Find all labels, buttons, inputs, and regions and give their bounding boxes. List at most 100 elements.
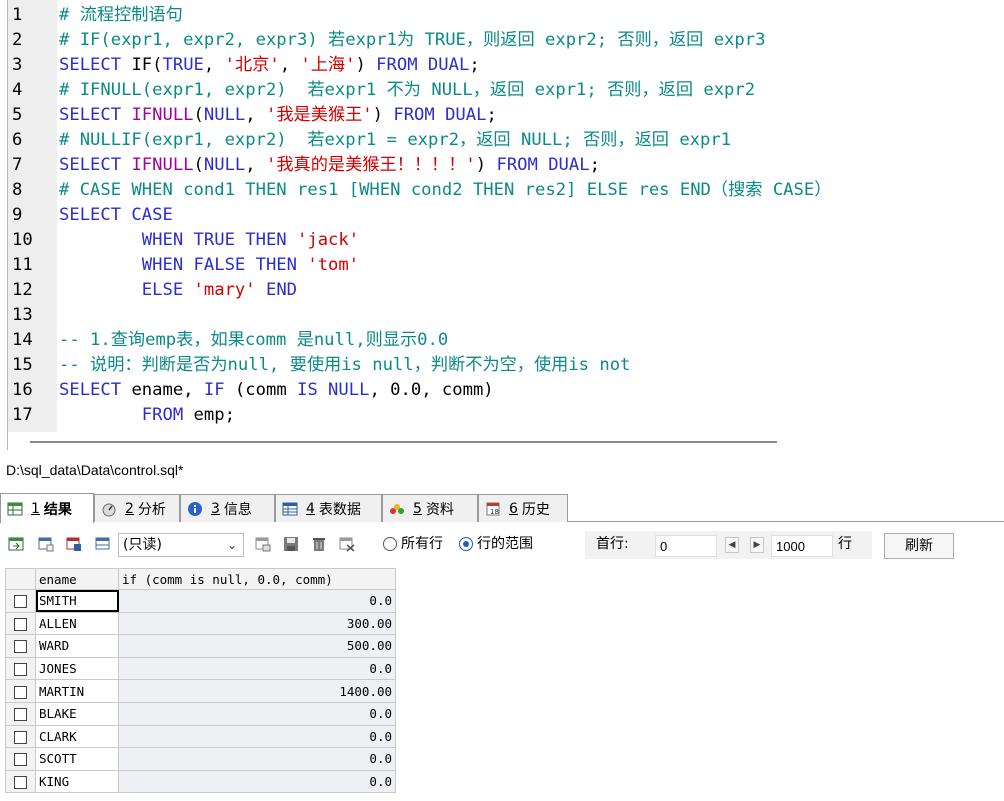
cell-comm-value[interactable]: 0.0 <box>119 657 396 680</box>
table-row[interactable]: CLARK0.0 <box>6 725 396 748</box>
row-checkbox-cell[interactable] <box>6 657 36 680</box>
save-icon[interactable] <box>282 535 300 553</box>
history-icon: 18 <box>485 501 501 517</box>
tab-table-data[interactable]: 4 表数据 <box>275 494 382 522</box>
code-line[interactable]: 14-- 1.查询emp表，如果comm 是null,则显示0.0 <box>0 328 1004 353</box>
cell-comm-value[interactable]: 0.0 <box>119 590 396 613</box>
row-checkbox[interactable] <box>14 618 27 631</box>
row-checkbox-cell[interactable] <box>6 680 36 703</box>
row-checkbox[interactable] <box>14 776 27 789</box>
grid-settings-icon[interactable] <box>94 535 112 553</box>
code-line[interactable]: 15-- 说明：判断是否为null, 要使用is null，判断不为空，使用is… <box>0 353 1004 378</box>
row-checkbox-cell[interactable] <box>6 702 36 725</box>
code-line[interactable]: 5SELECT IFNULL(NULL, '我是美猴王') FROM DUAL; <box>0 103 1004 128</box>
code-line[interactable]: 6# NULLIF(expr1, expr2) 若expr1 = expr2，返… <box>0 128 1004 153</box>
cell-comm-value[interactable]: 0.0 <box>119 702 396 725</box>
row-checkbox-cell[interactable] <box>6 748 36 771</box>
cell-comm-value[interactable]: 0.0 <box>119 748 396 771</box>
code-line[interactable]: 8# CASE WHEN cond1 THEN res1 [WHEN cond2… <box>0 178 1004 203</box>
table-row[interactable]: WARD500.00 <box>6 635 396 658</box>
table-row[interactable]: MARTIN1400.00 <box>6 680 396 703</box>
code-line[interactable]: 10 WHEN TRUE THEN 'jack' <box>0 228 1004 253</box>
row-checkbox[interactable] <box>14 640 27 653</box>
row-checkbox[interactable] <box>14 731 27 744</box>
export-icon[interactable] <box>7 535 25 553</box>
row-checkbox[interactable] <box>14 753 27 766</box>
insert-row-icon[interactable] <box>254 535 272 553</box>
tab-history[interactable]: 18 6 历史 <box>478 494 568 522</box>
line-number: 3 <box>12 53 52 78</box>
tab-profiler[interactable]: 2 分析 <box>94 494 180 522</box>
cell-comm-value[interactable]: 0.0 <box>119 770 396 793</box>
sql-editor[interactable]: 1# 流程控制语句2# IF(expr1, expr2, expr3) 若exp… <box>0 0 1004 450</box>
cell-ename[interactable]: MARTIN <box>36 680 119 703</box>
prev-page-icon[interactable]: ◀ <box>725 537 739 553</box>
cancel-changes-icon[interactable] <box>338 535 356 553</box>
code-line[interactable]: 2# IF(expr1, expr2, expr3) 若expr1为 TRUE，… <box>0 28 1004 53</box>
cell-ename[interactable]: WARD <box>36 635 119 658</box>
row-checkbox[interactable] <box>14 708 27 721</box>
column-header-ename[interactable]: ename <box>36 569 119 590</box>
cell-ename[interactable]: SCOTT <box>36 748 119 771</box>
code-line[interactable]: 12 ELSE 'mary' END <box>0 278 1004 303</box>
cell-ename[interactable]: BLAKE <box>36 702 119 725</box>
cell-comm-value[interactable]: 1400.00 <box>119 680 396 703</box>
code-line[interactable]: 16SELECT ename, IF (comm IS NULL, 0.0, c… <box>0 378 1004 403</box>
tab-data-info[interactable]: 5 资料 <box>382 494 478 522</box>
cell-comm-value[interactable]: 500.00 <box>119 635 396 658</box>
row-checkbox[interactable] <box>14 663 27 676</box>
tab-key: 1 <box>31 501 40 517</box>
code-line[interactable]: 7SELECT IFNULL(NULL, '我真的是美猴王！！！！') FROM… <box>0 153 1004 178</box>
copy-rows-icon[interactable] <box>37 535 55 553</box>
table-row[interactable]: SCOTT0.0 <box>6 748 396 771</box>
code-text: SELECT IFNULL(NULL, '我是美猴王') FROM DUAL; <box>59 103 497 128</box>
code-token: FROM DUAL <box>496 155 589 175</box>
row-checkbox[interactable] <box>14 595 27 608</box>
radio-all-rows[interactable] <box>383 537 397 551</box>
row-checkbox-cell[interactable] <box>6 725 36 748</box>
delete-icon[interactable] <box>310 535 328 553</box>
save-to-file-icon[interactable] <box>65 535 83 553</box>
code-line[interactable]: 4# IFNULL(expr1, expr2) 若expr1 不为 NULL，返… <box>0 78 1004 103</box>
result-mode-select[interactable]: (只读) ⌄ <box>118 533 244 557</box>
cell-comm-value[interactable]: 300.00 <box>119 612 396 635</box>
radio-row-range[interactable] <box>459 537 473 551</box>
tab-key: 5 <box>413 501 422 517</box>
table-row[interactable]: SMITH0.0 <box>6 590 396 613</box>
code-text: ELSE 'mary' END <box>59 278 297 303</box>
column-header-if-comm[interactable]: if (comm is null, 0.0, comm) <box>119 569 396 590</box>
row-checkbox-cell[interactable] <box>6 635 36 658</box>
row-checkbox-cell[interactable] <box>6 590 36 613</box>
cell-ename[interactable]: SMITH <box>36 590 119 613</box>
line-number: 6 <box>12 128 52 153</box>
code-token: SELECT <box>59 155 131 175</box>
row-checkbox[interactable] <box>14 686 27 699</box>
cell-ename[interactable]: ALLEN <box>36 612 119 635</box>
horizontal-scrollbar[interactable] <box>30 441 777 443</box>
cell-ename[interactable]: CLARK <box>36 725 119 748</box>
code-line[interactable]: 17 FROM emp; <box>0 403 1004 428</box>
cell-ename[interactable]: KING <box>36 770 119 793</box>
grid-corner[interactable] <box>6 569 36 590</box>
row-checkbox-cell[interactable] <box>6 612 36 635</box>
cell-comm-value[interactable]: 0.0 <box>119 725 396 748</box>
table-row[interactable]: JONES0.0 <box>6 657 396 680</box>
code-line[interactable]: 11 WHEN FALSE THEN 'tom' <box>0 253 1004 278</box>
table-row[interactable]: ALLEN300.00 <box>6 612 396 635</box>
code-line[interactable]: 13 <box>0 303 1004 328</box>
code-line[interactable]: 3SELECT IF(TRUE, '北京', '上海') FROM DUAL; <box>0 53 1004 78</box>
row-checkbox-cell[interactable] <box>6 770 36 793</box>
refresh-button[interactable]: 刷新 <box>884 533 954 559</box>
tab-result[interactable]: 1 结果 <box>0 493 94 523</box>
table-row[interactable]: BLAKE0.0 <box>6 702 396 725</box>
tab-info[interactable]: 3 信息 <box>180 494 275 522</box>
table-row[interactable]: KING0.0 <box>6 770 396 793</box>
row-count-input[interactable] <box>771 535 833 557</box>
tab-label: 分析 <box>138 499 166 519</box>
cell-ename[interactable]: JONES <box>36 657 119 680</box>
code-line[interactable]: 1# 流程控制语句 <box>0 3 1004 28</box>
code-line[interactable]: 9SELECT CASE <box>0 203 1004 228</box>
code-token: '上海' <box>300 55 355 75</box>
start-row-input[interactable] <box>655 535 717 557</box>
next-page-icon[interactable]: ▶ <box>750 537 764 553</box>
